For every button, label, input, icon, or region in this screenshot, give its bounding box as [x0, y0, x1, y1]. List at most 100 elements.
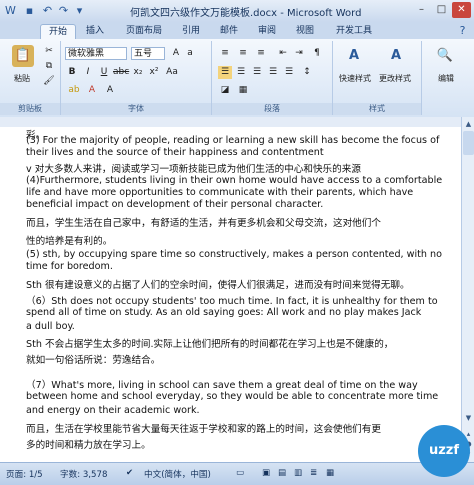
- vertical-scrollbar[interactable]: ▲ ▼ ▴ ● ▾: [461, 117, 474, 462]
- outline-view-icon[interactable]: ≣: [310, 468, 317, 478]
- doc-line: Sth 很有建设意义的占据了人们的空余时间，使得人们很满足，进而没有时间来觉得无…: [26, 280, 410, 291]
- numbering-icon[interactable]: ≡: [236, 47, 250, 60]
- show-marks-icon[interactable]: ¶: [310, 47, 324, 60]
- align-center-icon[interactable]: ☰: [234, 66, 248, 79]
- italic-icon[interactable]: I: [81, 66, 95, 79]
- doc-line: spend all of time on study. As an old sa…: [26, 307, 422, 318]
- tab-mailings[interactable]: 邮件: [214, 24, 244, 39]
- align-left-icon[interactable]: ☰: [218, 66, 232, 79]
- paste-button-label[interactable]: 粘贴: [14, 73, 30, 84]
- tab-insert[interactable]: 插入: [80, 24, 110, 39]
- borders-icon[interactable]: ▦: [236, 84, 250, 97]
- doc-line: (3) For the majority of people, reading …: [26, 135, 440, 146]
- doc-line: (5) sth, by occupying spare time so cons…: [26, 249, 443, 260]
- scroll-up-icon[interactable]: ▲: [463, 119, 474, 130]
- maximize-button[interactable]: □: [432, 2, 451, 18]
- line-spacing-icon[interactable]: ↕: [300, 66, 314, 79]
- copy-icon[interactable]: ⧉: [42, 60, 56, 73]
- multilevel-list-icon[interactable]: ≡: [254, 47, 268, 60]
- ruler: [0, 117, 474, 127]
- window-title: 何凯文四六级作文万能模板.docx - Microsoft Word: [130, 8, 362, 19]
- doc-line: a dull boy.: [26, 321, 75, 332]
- full-screen-reading-icon[interactable]: ▤: [278, 468, 286, 478]
- grow-font-icon[interactable]: A: [169, 47, 183, 60]
- format-painter-icon[interactable]: 🖌: [42, 75, 56, 88]
- ribbon-tabs: 开始 插入 页面布局 引用 邮件 审阅 视图 开发工具 ?: [0, 22, 474, 40]
- scroll-down-icon[interactable]: ▼: [463, 413, 474, 424]
- change-styles-label[interactable]: 更改样式: [379, 73, 411, 84]
- doc-line: 性的培养是有利的。: [26, 236, 113, 247]
- editing-group: 🔍 编辑: [422, 41, 472, 115]
- doc-line: 多的时间和精力放在学习上。: [26, 440, 151, 451]
- doc-line: 而且，生活在学校里能节省大量每天往返于学校和家的路上的时间，这会使他们有更: [26, 424, 381, 435]
- insert-mode-icon[interactable]: ▭: [236, 468, 244, 478]
- shading-icon[interactable]: ◪: [218, 84, 232, 97]
- doc-line: v 对大多数人来讲，阅读或学习一项新技能已成为他们生活的中心和快乐的来源: [26, 164, 361, 175]
- draft-view-icon[interactable]: ▦: [326, 468, 334, 478]
- tab-references[interactable]: 引用: [176, 24, 206, 39]
- web-layout-icon[interactable]: ▥: [294, 468, 302, 478]
- watermark-logo: uzzf: [418, 425, 470, 477]
- font-name-combo[interactable]: 微软雅黑: [65, 47, 127, 60]
- document-page[interactable]: 彩。 (3) For the majority of people, readi…: [0, 127, 461, 462]
- distributed-icon[interactable]: ☰: [282, 66, 296, 79]
- doc-line: and energy on their academic work.: [26, 405, 200, 416]
- tab-review[interactable]: 审阅: [252, 24, 282, 39]
- tab-page-layout[interactable]: 页面布局: [118, 24, 170, 39]
- doc-line: （6）Sth does not occupy students' too muc…: [26, 296, 438, 307]
- paragraph-group-label: 段落: [212, 103, 332, 115]
- status-bar: 页面: 1/5 字数: 3,578 ✔ 中文(简体，中国) ▭ ▣ ▤ ▥ ≣ …: [0, 462, 474, 485]
- styles-group-label: 样式: [333, 103, 421, 115]
- character-shading-icon[interactable]: A: [103, 84, 117, 97]
- clipboard-group: 📋 粘贴 ✂ ⧉ 🖌 剪贴板: [0, 41, 61, 115]
- language-indicator[interactable]: 中文(简体，中国): [144, 468, 211, 480]
- ribbon: 📋 粘贴 ✂ ⧉ 🖌 剪贴板 微软雅黑 五号 A a B I U abc x₂ …: [0, 39, 474, 118]
- spellcheck-icon[interactable]: ✔: [126, 468, 133, 478]
- highlight-icon[interactable]: ab: [67, 84, 81, 97]
- bullets-icon[interactable]: ≡: [218, 47, 232, 60]
- print-layout-icon[interactable]: ▣: [262, 468, 270, 478]
- minimize-button[interactable]: –: [412, 2, 431, 18]
- editing-button-label[interactable]: 编辑: [438, 73, 454, 84]
- find-icon[interactable]: 🔍: [434, 45, 456, 67]
- close-button[interactable]: ✕: [452, 2, 471, 18]
- tab-view[interactable]: 视图: [290, 24, 320, 39]
- superscript-icon[interactable]: x²: [147, 66, 161, 79]
- doc-line: 而且，学生生活在自己家中，有舒适的生活，并有更多机会和父母交流，这对他们个: [26, 218, 381, 229]
- quick-styles-label[interactable]: 快速样式: [339, 73, 371, 84]
- doc-line: Sth 不会占据学生太多的时间.实际上让他们把所有的时间都花在学习上也是不健康的…: [26, 339, 394, 350]
- scroll-thumb[interactable]: [463, 131, 474, 155]
- align-right-icon[interactable]: ☰: [250, 66, 264, 79]
- quick-access-dropdown-icon[interactable]: ▾: [72, 3, 87, 18]
- font-color-icon[interactable]: A: [85, 84, 99, 97]
- doc-line: time for boredom.: [26, 261, 113, 272]
- word-count[interactable]: 字数: 3,578: [60, 468, 107, 480]
- save-icon[interactable]: ▪: [22, 3, 37, 18]
- doc-line: （7）What's more, living in school can sav…: [26, 380, 418, 391]
- underline-icon[interactable]: U: [97, 66, 111, 79]
- change-case-icon[interactable]: Aa: [165, 66, 179, 79]
- redo-icon[interactable]: ↷: [56, 3, 71, 18]
- bold-icon[interactable]: B: [65, 66, 79, 79]
- title-bar: W ▪ ↶ ↷ ▾ 何凯文四六级作文万能模板.docx - Microsoft …: [0, 0, 474, 22]
- quick-styles-icon[interactable]: A: [343, 45, 365, 67]
- cut-icon[interactable]: ✂: [42, 45, 56, 58]
- help-icon[interactable]: ?: [455, 23, 470, 38]
- tab-home[interactable]: 开始: [40, 24, 76, 40]
- office-button-icon[interactable]: W: [3, 3, 18, 18]
- paste-icon[interactable]: 📋: [12, 45, 34, 67]
- shrink-font-icon[interactable]: a: [183, 47, 197, 60]
- font-group-label: 字体: [61, 103, 211, 115]
- decrease-indent-icon[interactable]: ⇤: [276, 47, 290, 60]
- font-size-combo[interactable]: 五号: [131, 47, 165, 60]
- justify-icon[interactable]: ☰: [266, 66, 280, 79]
- styles-group: A 快速样式 A 更改样式 样式: [333, 41, 422, 115]
- subscript-icon[interactable]: x₂: [131, 66, 145, 79]
- tab-developer[interactable]: 开发工具: [330, 24, 378, 39]
- increase-indent-icon[interactable]: ⇥: [292, 47, 306, 60]
- strikethrough-icon[interactable]: abc: [113, 66, 129, 79]
- change-styles-icon[interactable]: A: [385, 45, 407, 67]
- doc-line: (4)Furthermore, students living in their…: [26, 175, 443, 186]
- page-indicator[interactable]: 页面: 1/5: [6, 468, 43, 480]
- undo-icon[interactable]: ↶: [40, 3, 55, 18]
